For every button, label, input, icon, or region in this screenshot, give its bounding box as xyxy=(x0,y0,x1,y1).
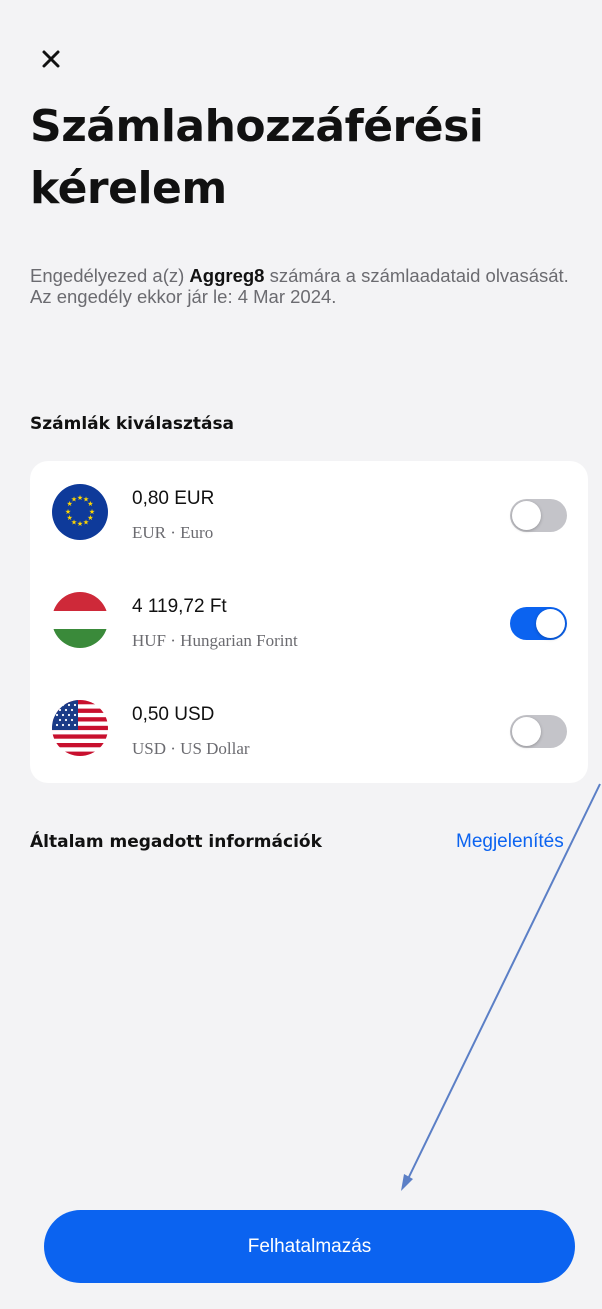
consent-description: Engedélyezed a(z) Aggreg8 számára a szám… xyxy=(30,265,590,307)
description-text-before: Engedélyezed a(z) xyxy=(30,265,190,286)
svg-text:★: ★ xyxy=(71,496,77,504)
hungary-flag-icon xyxy=(52,592,108,648)
svg-text:★: ★ xyxy=(77,520,83,528)
usa-flag-icon xyxy=(52,700,108,756)
account-balance: 4 119,72 Ft xyxy=(132,596,227,617)
account-toggle-usd[interactable] xyxy=(510,715,567,748)
account-balance: 0,80 EUR xyxy=(132,488,215,509)
svg-text:★: ★ xyxy=(83,518,89,526)
toggle-knob xyxy=(512,501,541,530)
account-currency-label: HUF · Hungarian Forint xyxy=(132,631,298,650)
account-currency-label: EUR · Euro xyxy=(132,523,214,542)
account-row-huf[interactable]: 4 119,72 Ft HUF · Hungarian Forint xyxy=(30,569,588,677)
page-title: Számlahozzáférési kérelem xyxy=(30,101,484,214)
svg-text:★: ★ xyxy=(87,500,93,508)
show-info-link[interactable]: Megjelenítés xyxy=(456,831,564,853)
close-icon xyxy=(42,50,60,68)
account-row-eur[interactable]: ★ ★ ★ ★ ★ ★ ★ ★ ★ ★ ★ ★ 0,80 EUR EUR · Euro xyxy=(30,461,588,569)
app-name: Aggreg8 xyxy=(189,265,265,286)
close-button[interactable] xyxy=(34,42,68,76)
toggle-knob xyxy=(512,717,541,746)
account-toggle-huf[interactable] xyxy=(510,607,567,640)
accounts-section-heading: Számlák kiválasztása xyxy=(30,414,235,434)
accounts-card: ★ ★ ★ ★ ★ ★ ★ ★ ★ ★ ★ ★ 0,80 EUR EUR · Euro 4 11… xyxy=(30,461,588,783)
account-currency-label: USD · US Dollar xyxy=(132,739,250,758)
account-balance: 0,50 USD xyxy=(132,704,215,725)
info-section-heading: Általam megadott információk xyxy=(30,832,322,852)
account-toggle-eur[interactable] xyxy=(510,499,567,532)
toggle-knob xyxy=(536,609,565,638)
account-row-usd[interactable]: 0,50 USD USD · US Dollar xyxy=(30,677,588,785)
authorize-button[interactable]: Felhatalmazás xyxy=(44,1210,575,1283)
svg-text:★: ★ xyxy=(65,508,71,516)
eu-flag-icon: ★ ★ ★ ★ ★ ★ ★ ★ ★ ★ ★ ★ xyxy=(52,484,108,540)
